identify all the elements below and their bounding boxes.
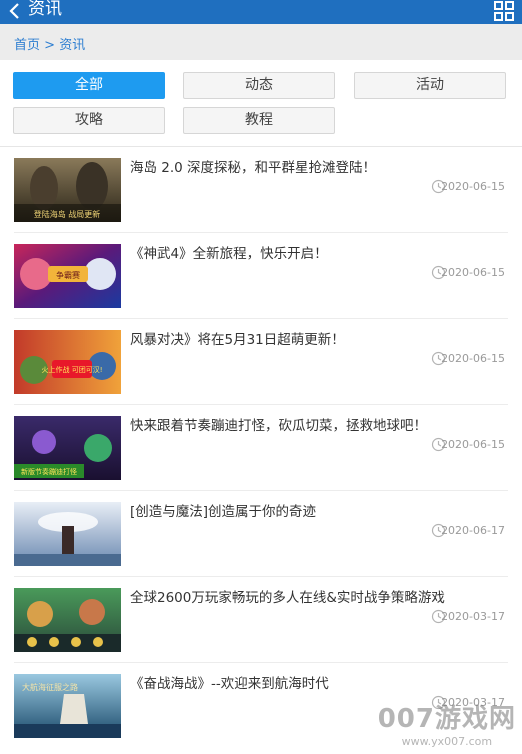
category-filters: 全部 动态 活动 攻略 教程 — [0, 60, 522, 144]
filter-all-button[interactable]: 全部 — [13, 72, 165, 99]
list-item[interactable]: 全球2600万玩家畅玩的多人在线&实时战争策略游戏 2020-03-17 — [0, 577, 522, 663]
filter-news-button[interactable]: 动态 — [183, 72, 335, 99]
article-thumbnail[interactable] — [14, 502, 121, 566]
article-title[interactable]: 海岛 2.0 深度探秘，和平群星抢滩登陆！ — [130, 156, 376, 176]
filter-tutorials-button[interactable]: 教程 — [183, 107, 335, 134]
list-item[interactable]: 新版节奏蹦迪打怪 快来跟着节奏蹦迪打怪，砍瓜切菜，拯救地球吧！ 2020-06-… — [0, 405, 522, 491]
breadcrumb-bar: 首页 > 资讯 — [0, 24, 522, 60]
article-title[interactable]: 《奋战海战》--欢迎来到航海时代 — [130, 672, 329, 692]
article-date: 2020-06-15 — [441, 352, 505, 365]
article-thumbnail[interactable]: 火上作战 可团可汉! — [14, 330, 121, 394]
article-title[interactable]: [创造与魔法]创造属于你的奇迹 — [130, 500, 316, 520]
grid-icon[interactable] — [494, 1, 514, 21]
article-thumbnail[interactable]: 争霸赛 — [14, 244, 121, 308]
thumbnail-caption: 新版节奏蹦迪打怪 — [21, 467, 77, 476]
article-title[interactable]: 《神武4》全新旅程，快乐开启！ — [130, 242, 328, 262]
breadcrumb-separator: > — [44, 38, 56, 53]
filter-guides-button[interactable]: 攻略 — [13, 107, 165, 134]
article-date: 2020-06-15 — [441, 180, 505, 193]
breadcrumb-home[interactable]: 首页 — [14, 38, 40, 53]
site-watermark: 007游戏网 www.yx007.com — [378, 698, 516, 748]
article-date: 2020-06-15 — [441, 438, 505, 451]
article-thumbnail[interactable] — [14, 588, 121, 652]
article-title[interactable]: 全球2600万玩家畅玩的多人在线&实时战争策略游戏 — [130, 586, 445, 606]
filter-events-button[interactable]: 活动 — [354, 72, 506, 99]
list-item[interactable]: 争霸赛 《神武4》全新旅程，快乐开启！ 2020-06-15 — [0, 233, 522, 319]
breadcrumb-current[interactable]: 资讯 — [59, 38, 85, 53]
article-date: 2020-06-17 — [441, 524, 505, 537]
article-date: 2020-06-15 — [441, 266, 505, 279]
article-date: 2020-03-17 — [441, 610, 505, 623]
chevron-left-icon[interactable] — [6, 2, 24, 20]
thumbnail-caption: 争霸赛 — [56, 270, 80, 280]
page-title: 资讯 — [28, 0, 62, 19]
article-title[interactable]: 风暴对决》将在5月31日超萌更新！ — [130, 328, 345, 348]
top-bar: 资讯 — [0, 0, 522, 24]
breadcrumb: 首页 > 资讯 — [14, 34, 85, 53]
watermark-url: www.yx007.com — [401, 735, 493, 748]
list-item[interactable]: 登陆海岛 战局更新 海岛 2.0 深度探秘，和平群星抢滩登陆！ 2020-06-… — [0, 147, 522, 233]
article-thumbnail[interactable]: 登陆海岛 战局更新 — [14, 158, 121, 222]
list-item[interactable]: 火上作战 可团可汉! 风暴对决》将在5月31日超萌更新！ 2020-06-15 — [0, 319, 522, 405]
thumbnail-caption: 登陆海岛 战局更新 — [34, 209, 101, 219]
article-title[interactable]: 快来跟着节奏蹦迪打怪，砍瓜切菜，拯救地球吧！ — [130, 414, 427, 434]
thumbnail-caption: 火上作战 可团可汉! — [41, 365, 102, 374]
list-item[interactable]: [创造与魔法]创造属于你的奇迹 2020-06-17 — [0, 491, 522, 577]
watermark-logo-text: 007游戏网 — [377, 704, 516, 734]
article-thumbnail[interactable]: 大航海征服之路 — [14, 674, 121, 738]
thumbnail-caption: 大航海征服之路 — [22, 682, 78, 692]
article-thumbnail[interactable]: 新版节奏蹦迪打怪 — [14, 416, 121, 480]
